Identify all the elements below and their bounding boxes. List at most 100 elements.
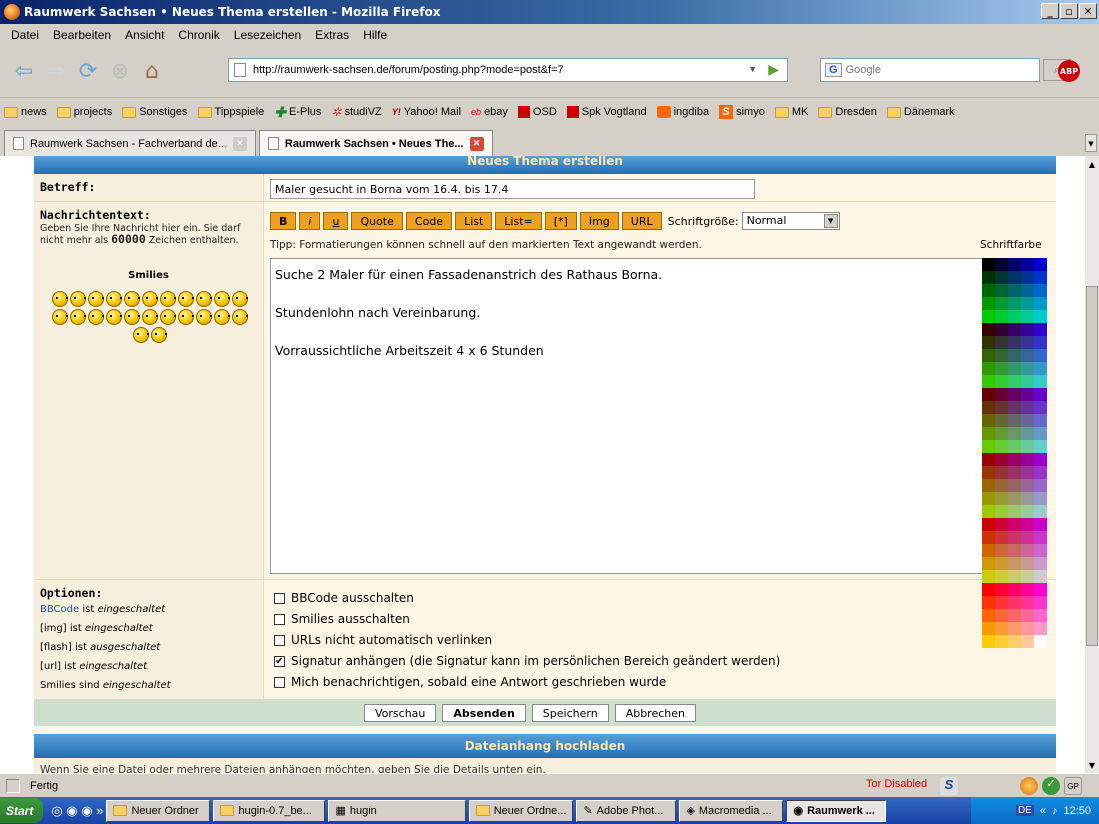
smiley-icon[interactable] — [196, 309, 212, 325]
scrollbar-thumb[interactable] — [1086, 286, 1098, 646]
smiley-icon[interactable] — [70, 291, 86, 307]
smiley-icon[interactable] — [133, 327, 149, 343]
minimize-button[interactable]: _ — [1041, 3, 1059, 19]
color-swatch[interactable] — [995, 297, 1008, 310]
list-numbered-button[interactable]: List= — [495, 212, 542, 230]
color-swatch[interactable] — [995, 258, 1008, 271]
quicklaunch-icons[interactable]: ◎ ◉ ◉ » — [51, 803, 103, 819]
color-swatch[interactable] — [982, 544, 995, 557]
scroll-down-icon[interactable]: ▼ — [1086, 758, 1098, 772]
checkbox[interactable] — [274, 677, 285, 688]
color-swatch[interactable] — [1034, 427, 1047, 440]
smiley-icon[interactable] — [70, 309, 86, 325]
smiley-icon[interactable] — [214, 309, 230, 325]
close-button[interactable]: ✕ — [1079, 3, 1097, 19]
color-swatch[interactable] — [1034, 466, 1047, 479]
menu-extras[interactable]: Extras — [308, 28, 356, 42]
color-swatch[interactable] — [995, 427, 1008, 440]
home-icon[interactable]: ⌂ — [136, 56, 168, 88]
color-swatch[interactable] — [982, 310, 995, 323]
search-engine-icon[interactable]: G — [825, 63, 842, 77]
img-button[interactable]: Img — [579, 212, 619, 230]
color-swatch[interactable] — [1021, 492, 1034, 505]
color-swatch[interactable] — [1034, 388, 1047, 401]
menu-hilfe[interactable]: Hilfe — [356, 28, 394, 42]
smiley-icon[interactable] — [52, 291, 68, 307]
back-arrow-icon[interactable]: ⇦ — [8, 56, 40, 88]
go-arrow-icon[interactable]: ▶ — [768, 61, 779, 78]
color-swatch[interactable] — [995, 544, 1008, 557]
tab-list-icon[interactable]: ▼ — [1085, 134, 1097, 152]
color-swatch[interactable] — [1021, 284, 1034, 297]
option-attach-signature[interactable]: ✔ Signatur anhängen (die Signatur kann im… — [274, 651, 780, 672]
code-button[interactable]: Code — [405, 212, 453, 230]
menu-lesezeichen[interactable]: Lesezeichen — [227, 28, 308, 42]
color-swatch[interactable] — [1021, 375, 1034, 388]
color-swatch[interactable] — [1034, 297, 1047, 310]
color-swatch[interactable] — [1008, 401, 1021, 414]
color-swatch[interactable] — [1034, 557, 1047, 570]
bookmark-yahoo-mail[interactable]: Y! Yahoo! Mail — [392, 106, 461, 118]
smiley-icon[interactable] — [178, 309, 194, 325]
menu-chronik[interactable]: Chronik — [171, 28, 226, 42]
color-swatch[interactable] — [982, 284, 995, 297]
checkbox-checked[interactable]: ✔ — [274, 656, 285, 667]
color-swatch[interactable] — [1034, 414, 1047, 427]
volume-icon[interactable]: ♪ — [1052, 805, 1058, 817]
color-swatch[interactable] — [982, 336, 995, 349]
color-swatch[interactable] — [1021, 401, 1034, 414]
color-swatch[interactable] — [1008, 297, 1021, 310]
color-swatch[interactable] — [995, 362, 1008, 375]
adblock-icon[interactable]: ABP — [1058, 60, 1080, 82]
color-swatch[interactable] — [995, 479, 1008, 492]
menu-bearbeiten[interactable]: Bearbeiten — [46, 28, 118, 42]
color-swatch[interactable] — [995, 336, 1008, 349]
color-swatch[interactable] — [1021, 362, 1034, 375]
color-swatch[interactable] — [1008, 375, 1021, 388]
bbcode-faq-link[interactable]: BBCode — [40, 604, 79, 615]
forward-arrow-icon[interactable]: ⇨ — [40, 56, 72, 88]
checkbox[interactable] — [274, 593, 285, 604]
taskbar-item-neuer-ordner[interactable]: Neuer Ordner — [106, 799, 211, 822]
taskbar-item-adobe[interactable]: ✎ Adobe Phot... — [576, 799, 677, 822]
color-swatch[interactable] — [1021, 544, 1034, 557]
smiley-icon[interactable] — [106, 309, 122, 325]
reload-icon[interactable]: ⟳ — [72, 56, 104, 88]
color-swatch[interactable] — [1034, 271, 1047, 284]
tor-status[interactable]: Tor Disabled — [866, 778, 927, 790]
color-swatch[interactable] — [982, 375, 995, 388]
color-swatch[interactable] — [1008, 271, 1021, 284]
gp-icon[interactable]: GP — [1064, 777, 1082, 795]
smiley-icon[interactable] — [178, 291, 194, 307]
color-swatch[interactable] — [995, 557, 1008, 570]
color-swatch[interactable] — [982, 258, 995, 271]
smiley-icon[interactable] — [106, 291, 122, 307]
color-swatch[interactable] — [982, 323, 995, 336]
color-swatch[interactable] — [1034, 544, 1047, 557]
color-swatch[interactable] — [1034, 453, 1047, 466]
color-swatch[interactable] — [1008, 453, 1021, 466]
italic-button[interactable]: i — [299, 212, 321, 230]
color-swatch[interactable] — [1008, 466, 1021, 479]
smiley-icon[interactable] — [142, 309, 158, 325]
color-swatch[interactable] — [995, 323, 1008, 336]
bookmark-eplus[interactable]: ✚ E-Plus — [274, 104, 321, 121]
close-tab-icon[interactable]: ✕ — [232, 136, 247, 151]
color-swatch[interactable] — [982, 427, 995, 440]
smiley-icon[interactable] — [214, 291, 230, 307]
smiley-icon[interactable] — [232, 309, 248, 325]
color-swatch[interactable] — [1008, 388, 1021, 401]
color-swatch[interactable] — [1021, 557, 1034, 570]
smiley-icon[interactable] — [124, 291, 140, 307]
smiley-icon[interactable] — [88, 309, 104, 325]
color-swatch[interactable] — [995, 349, 1008, 362]
cancel-button[interactable]: Abbrechen — [614, 704, 696, 722]
color-swatch[interactable] — [1008, 349, 1021, 362]
url-dropdown-icon[interactable]: ▼ — [748, 64, 757, 74]
color-swatch[interactable] — [1008, 505, 1021, 518]
smiley-icon[interactable] — [52, 309, 68, 325]
color-swatch[interactable] — [995, 375, 1008, 388]
color-swatch[interactable] — [1034, 518, 1047, 531]
color-swatch[interactable] — [1034, 479, 1047, 492]
bookmark-news[interactable]: news — [4, 106, 47, 118]
